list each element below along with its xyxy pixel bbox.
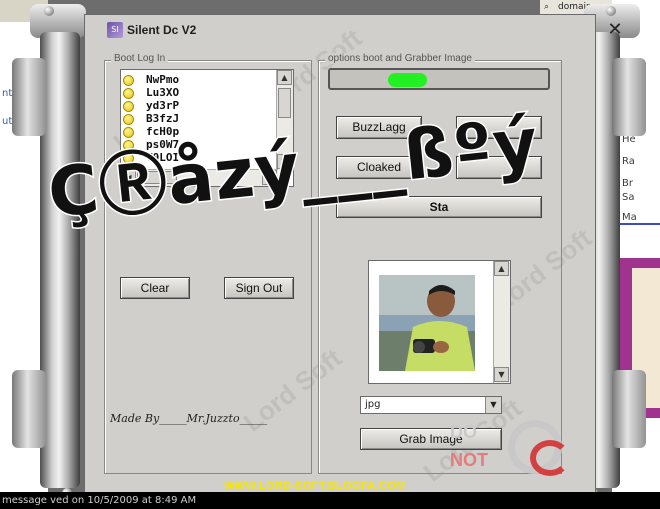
sign-out-button[interactable]: Sign Out bbox=[224, 277, 294, 299]
clear-button[interactable]: Clear bbox=[120, 277, 190, 299]
scroll-up-icon[interactable]: ▲ bbox=[277, 70, 292, 85]
list-item-label: yd3rP bbox=[146, 99, 180, 112]
smiley-icon bbox=[123, 113, 134, 125]
frame-clamp-left-bottom bbox=[12, 370, 46, 448]
footer-url[interactable]: WWW.LORD-SOFT.BLOGFA.COM bbox=[224, 480, 405, 492]
smiley-icon bbox=[123, 100, 134, 112]
chevron-down-icon[interactable]: ▼ bbox=[485, 397, 501, 413]
image-format-select[interactable]: jpg ▼ bbox=[360, 396, 502, 414]
smiley-icon bbox=[123, 74, 134, 86]
stamp-line-1: DO bbox=[450, 422, 477, 442]
stamp-line-2: NOT bbox=[450, 450, 488, 470]
status-text: message ved on 10/5/2009 at 8:49 AM bbox=[2, 495, 197, 506]
credit-text: Made By_____Mr.Juzzto_____ bbox=[110, 412, 268, 425]
grabbed-photo bbox=[379, 275, 475, 371]
background-divider bbox=[618, 223, 660, 225]
rivet-icon bbox=[606, 6, 616, 16]
list-item[interactable]: B3fzJ bbox=[123, 112, 179, 125]
scroll-up-icon[interactable]: ▲ bbox=[494, 261, 509, 276]
background-text: Br bbox=[622, 178, 633, 189]
background-text: Ma bbox=[622, 212, 637, 223]
background-text: Sa bbox=[622, 192, 635, 203]
image-format-value: jpg bbox=[365, 399, 381, 410]
boot-log-label: Boot Log In bbox=[111, 53, 169, 64]
list-item-label: Lu3XO bbox=[146, 86, 180, 99]
close-icon[interactable]: ✕ bbox=[604, 20, 626, 42]
image-scrollbar[interactable]: ▲ ▼ bbox=[493, 261, 510, 383]
grabbed-image-box: ▲ ▼ bbox=[368, 260, 511, 384]
list-item-label: NwPmo bbox=[146, 73, 180, 86]
frame-clamp-right-bottom bbox=[612, 370, 646, 448]
scroll-down-icon[interactable]: ▼ bbox=[494, 367, 509, 382]
frame-clamp-left-top bbox=[12, 58, 46, 136]
app-logo-icon: SI bbox=[107, 22, 123, 38]
list-item[interactable]: NwPmo bbox=[123, 73, 179, 86]
magnifier-icon: ⌕ bbox=[544, 2, 550, 12]
frame-pillar-left bbox=[40, 32, 80, 488]
status-bar: message ved on 10/5/2009 at 8:49 AM bbox=[0, 492, 660, 509]
stamp-ring-red bbox=[530, 440, 570, 476]
list-item[interactable]: yd3rP bbox=[123, 99, 179, 112]
rivet-icon bbox=[44, 6, 54, 16]
progress-bar bbox=[328, 68, 550, 90]
smiley-icon bbox=[123, 87, 134, 99]
options-label: options boot and Grabber Image bbox=[325, 53, 475, 64]
window-title: Silent Dc V2 bbox=[127, 23, 197, 37]
list-item-label: B3fzJ bbox=[146, 112, 180, 125]
frame-clamp-right-top bbox=[612, 58, 646, 136]
do-not-copy-stamp: DO NOT bbox=[446, 420, 596, 476]
progress-fill bbox=[388, 73, 427, 87]
background-text: Ra bbox=[622, 156, 635, 167]
list-item[interactable]: Lu3XO bbox=[123, 86, 179, 99]
background-link[interactable]: nt bbox=[2, 88, 12, 99]
